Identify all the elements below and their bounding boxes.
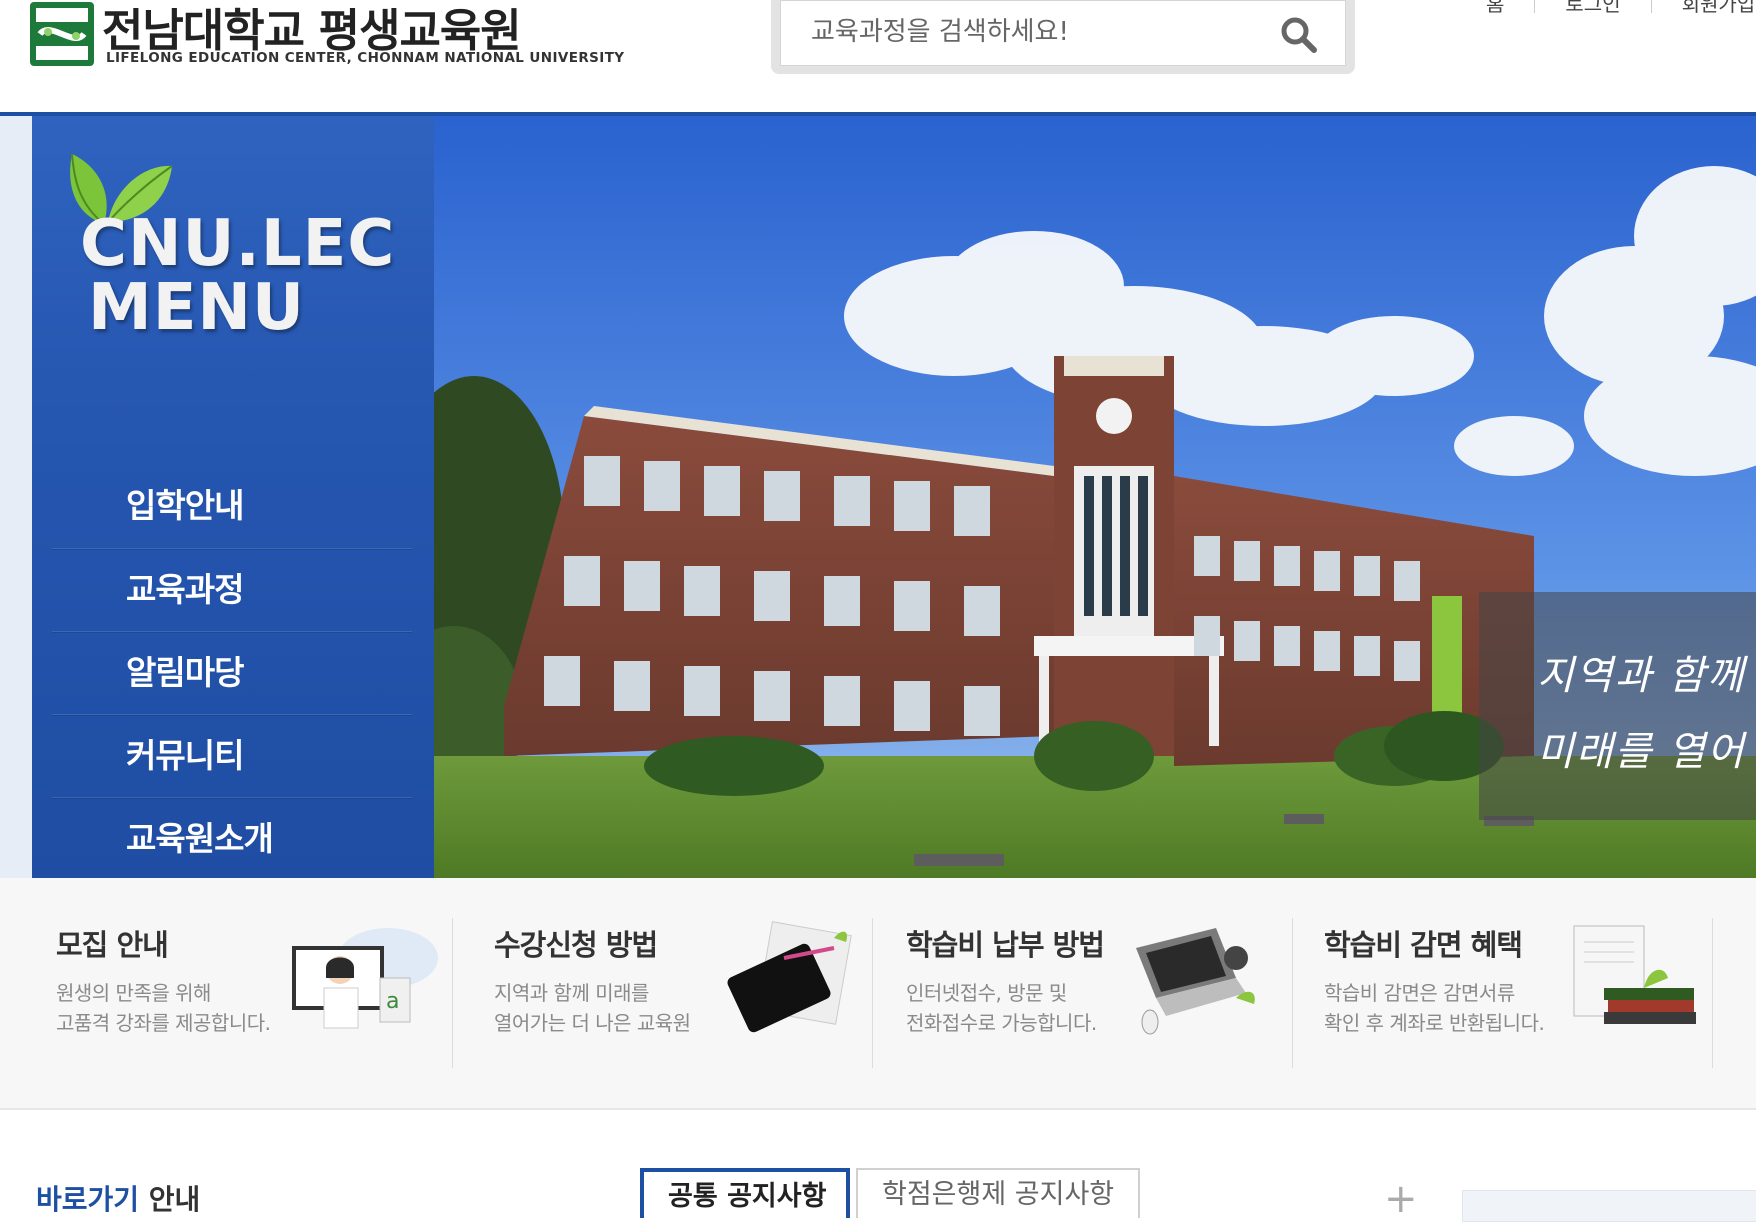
site-logo[interactable]: 전남대학교 평생교육원 LIFELONG EDUCATION CENTER, C… bbox=[30, 0, 624, 70]
menu-item-notice[interactable]: 알림마당 bbox=[52, 632, 412, 715]
quick-links: 모집 안내 원생의 만족을 위해 고품격 강좌를 제공합니다. a 수강신청 방… bbox=[0, 878, 1756, 1110]
quick-desc: 학습비 감면은 감면서류 확인 후 계좌로 반환됩니다. bbox=[1324, 978, 1545, 1038]
tab-common-notice[interactable]: 공통 공지사항 bbox=[640, 1168, 850, 1218]
divider bbox=[1712, 918, 1713, 1068]
search-icon[interactable] bbox=[1279, 15, 1319, 55]
side-menu: CNU.LEC MENU 입학안내 교육과정 알림마당 커뮤니티 교육원소개 bbox=[32, 116, 434, 881]
quick-title: 수강신청 방법 bbox=[494, 928, 658, 962]
quick-desc-line1: 지역과 함께 미래를 bbox=[494, 981, 649, 1005]
bottom-section: 바로가기 안내 공통 공지사항 학점은행제 공지사항 + bbox=[0, 1110, 1756, 1222]
tablet-icon bbox=[727, 921, 852, 1033]
divider bbox=[452, 918, 453, 1068]
quick-desc-line2: 확인 후 계좌로 반환됩니다. bbox=[1324, 1011, 1545, 1035]
quick-item-discount[interactable]: 학습비 감면 혜택 학습비 감면은 감면서류 확인 후 계좌로 반환됩니다. bbox=[1324, 918, 1714, 1068]
more-button[interactable]: + bbox=[1384, 1179, 1418, 1219]
hero-left-strip bbox=[0, 116, 32, 878]
teacher-icon: a bbox=[292, 928, 438, 1029]
quick-desc: 원생의 만족을 위해 고품격 강좌를 제공합니다. bbox=[56, 978, 271, 1038]
logo-emblem-icon bbox=[30, 2, 94, 66]
quick-desc-line2: 전화접수로 가능합니다. bbox=[906, 1011, 1097, 1035]
utility-nav: 홈 로그인 회원가입 bbox=[1486, 0, 1756, 17]
menu-title-line1: CNU.LEC bbox=[80, 207, 396, 281]
quick-title: 학습비 감면 혜택 bbox=[1324, 928, 1523, 962]
divider bbox=[1650, 0, 1652, 13]
menu-item-curriculum[interactable]: 교육과정 bbox=[52, 549, 412, 632]
menu-item-community[interactable]: 커뮤니티 bbox=[52, 715, 412, 798]
menu-title-line2: MENU bbox=[88, 271, 305, 345]
quick-desc-line1: 원생의 만족을 위해 bbox=[56, 981, 211, 1005]
tab-credit-bank-notice[interactable]: 학점은행제 공지사항 bbox=[856, 1168, 1140, 1218]
menu-title: CNU.LEC MENU bbox=[80, 212, 395, 340]
quick-desc-line2: 열어가는 더 나은 교육원 bbox=[494, 1011, 691, 1035]
divider bbox=[1534, 0, 1536, 13]
hero-section: CNU.LEC MENU 입학안내 교육과정 알림마당 커뮤니티 교육원소개 지… bbox=[0, 116, 1756, 881]
svg-text:a: a bbox=[386, 989, 399, 1014]
hero-photo: 지역과 함께 미래를 열어 bbox=[434, 116, 1756, 878]
search-input[interactable] bbox=[781, 1, 1271, 63]
banner-box bbox=[1462, 1190, 1756, 1222]
shortcut-guide-title: 바로가기 안내 bbox=[36, 1178, 200, 1218]
slogan-overlay: 지역과 함께 미래를 열어 bbox=[1479, 592, 1756, 820]
login-link[interactable]: 로그인 bbox=[1565, 0, 1620, 17]
divider bbox=[872, 918, 873, 1068]
slogan-line2: 미래를 열어 bbox=[1537, 729, 1746, 775]
divider bbox=[1292, 918, 1293, 1068]
quick-desc: 지역과 함께 미래를 열어가는 더 나은 교육원 bbox=[494, 978, 691, 1038]
quick-title: 학습비 납부 방법 bbox=[906, 928, 1105, 962]
quick-item-recruit[interactable]: 모집 안내 원생의 만족을 위해 고품격 강좌를 제공합니다. a bbox=[56, 918, 438, 1068]
laptop-icon bbox=[1136, 928, 1255, 1035]
quick-desc-line2: 고품격 강좌를 제공합니다. bbox=[56, 1011, 271, 1035]
menu-item-admission[interactable]: 입학안내 bbox=[52, 470, 412, 549]
slogan-line1: 지역과 함께 bbox=[1537, 653, 1746, 699]
books-icon bbox=[1573, 925, 1696, 1024]
search-field-wrapper bbox=[780, 0, 1346, 66]
quick-desc: 인터넷접수, 방문 및 전화접수로 가능합니다. bbox=[906, 978, 1097, 1038]
quick-item-payment[interactable]: 학습비 납부 방법 인터넷접수, 방문 및 전화접수로 가능합니다. bbox=[906, 918, 1296, 1068]
side-menu-list: 입학안내 교육과정 알림마당 커뮤니티 교육원소개 bbox=[52, 470, 412, 881]
signup-link[interactable]: 회원가입 bbox=[1682, 0, 1756, 17]
home-link[interactable]: 홈 bbox=[1486, 0, 1504, 17]
quick-desc-line1: 학습비 감면은 감면서류 bbox=[1324, 981, 1515, 1005]
quick-item-registration[interactable]: 수강신청 방법 지역과 함께 미래를 열어가는 더 나은 교육원 bbox=[494, 918, 874, 1068]
search-box bbox=[771, 0, 1355, 74]
site-header: 전남대학교 평생교육원 LIFELONG EDUCATION CENTER, C… bbox=[0, 0, 1756, 116]
logo-title-english: LIFELONG EDUCATION CENTER, CHONNAM NATIO… bbox=[106, 50, 625, 66]
quick-desc-line1: 인터넷접수, 방문 및 bbox=[906, 981, 1067, 1005]
quick-title: 모집 안내 bbox=[56, 928, 169, 962]
slogan-text: 지역과 함께 미래를 열어 bbox=[1537, 638, 1746, 790]
menu-item-about[interactable]: 교육원소개 bbox=[52, 798, 412, 881]
